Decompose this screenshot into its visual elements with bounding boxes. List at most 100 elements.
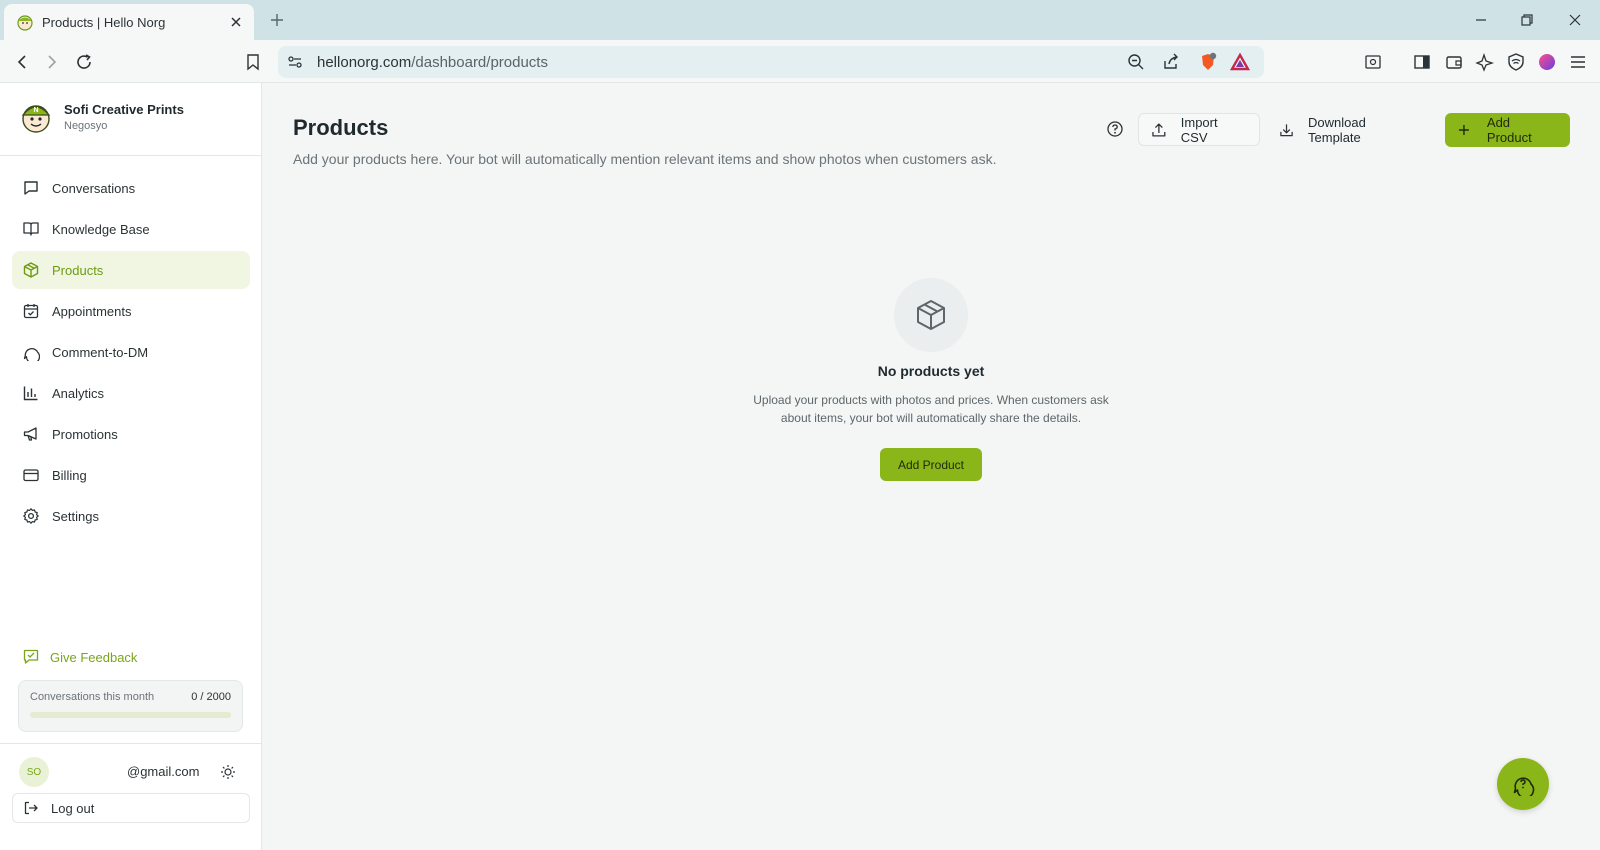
usage-row: Conversations this month 0 / 2000 bbox=[30, 691, 231, 703]
add-product-label: Add Product bbox=[1486, 115, 1532, 145]
empty-state-line-1: Upload your products with photos and pri… bbox=[753, 393, 1109, 407]
calendar-icon bbox=[23, 304, 39, 319]
sidebar-item-label: Billing bbox=[52, 467, 87, 483]
give-feedback-label: Give Feedback bbox=[50, 649, 138, 665]
user-email: @gmail.com bbox=[127, 764, 200, 779]
empty-state-title: No products yet bbox=[877, 363, 985, 379]
empty-state-description: Upload your products with photos and pri… bbox=[711, 391, 1151, 427]
sidebar-item-promotions[interactable]: Promotions bbox=[12, 415, 250, 453]
reader-mode-icon[interactable] bbox=[1363, 52, 1383, 72]
browser-tab-bar: Products | Hello Norg bbox=[0, 0, 1600, 40]
tab-title: Products | Hello Norg bbox=[42, 14, 166, 30]
avatar[interactable]: SO bbox=[19, 757, 49, 787]
browser-tab[interactable]: Products | Hello Norg bbox=[4, 4, 254, 40]
reload-icon[interactable] bbox=[74, 52, 94, 72]
wallet-icon[interactable] bbox=[1444, 52, 1464, 72]
sidebar-item-conversations[interactable]: Conversations bbox=[12, 169, 250, 207]
brand-header[interactable]: N Sofi Creative Prints Negosyo bbox=[18, 99, 184, 135]
sidebar-item-label: Knowledge Base bbox=[52, 221, 150, 237]
forward-icon[interactable] bbox=[42, 52, 62, 72]
logout-button[interactable]: Log out bbox=[12, 793, 250, 823]
brand-name: Sofi Creative Prints bbox=[64, 102, 184, 117]
url-path: /dashboard/products bbox=[411, 54, 548, 71]
sidebar-item-label: Settings bbox=[52, 508, 99, 524]
sidebar-item-comment-to-dm[interactable]: Comment-to-DM bbox=[12, 333, 250, 371]
download-icon bbox=[1280, 123, 1293, 136]
hello-norg-favicon bbox=[17, 15, 33, 31]
share-icon[interactable] bbox=[1161, 52, 1181, 72]
sidebar-footer-divider bbox=[0, 743, 262, 744]
feedback-icon bbox=[23, 649, 39, 664]
sidebar-item-label: Products bbox=[52, 262, 104, 278]
sidebar-item-settings[interactable]: Settings bbox=[12, 497, 250, 535]
sidebar-item-label: Analytics bbox=[52, 385, 105, 401]
sun-icon[interactable] bbox=[220, 764, 236, 780]
sidebar-toggle-icon[interactable] bbox=[1412, 52, 1432, 72]
logout-icon bbox=[24, 801, 38, 815]
profile-icon[interactable] bbox=[1537, 52, 1557, 72]
usage-card: Conversations this month 0 / 2000 bbox=[18, 680, 243, 732]
page-title: Products bbox=[293, 115, 389, 140]
package-icon bbox=[917, 300, 945, 330]
sidebar-item-knowledge-base[interactable]: Knowledge Base bbox=[12, 210, 250, 248]
sidebar-item-label: Appointments bbox=[52, 303, 132, 319]
back-icon[interactable] bbox=[12, 52, 32, 72]
sidebar-item-appointments[interactable]: Appointments bbox=[12, 292, 250, 330]
brave-rewards-icon[interactable] bbox=[1230, 52, 1250, 72]
close-tab-icon[interactable] bbox=[228, 14, 244, 30]
restore-icon[interactable] bbox=[1518, 11, 1536, 29]
usage-label: Conversations this month bbox=[30, 691, 155, 703]
address-bar[interactable]: hellonorg.com/dashboard/products bbox=[278, 46, 1264, 78]
sidebar-item-analytics[interactable]: Analytics bbox=[12, 374, 250, 412]
import-csv-button[interactable]: Import CSV bbox=[1138, 113, 1260, 146]
ai-sparkle-icon[interactable] bbox=[1475, 52, 1495, 72]
page-description: Add your products here. Your bot will au… bbox=[293, 151, 997, 167]
usage-progress-bar bbox=[30, 712, 231, 718]
download-template-button[interactable]: Download Template bbox=[1267, 113, 1427, 146]
brand-logo-icon: N bbox=[21, 105, 51, 133]
url-text[interactable]: hellonorg.com/dashboard/products bbox=[317, 54, 548, 71]
minimize-icon[interactable] bbox=[1472, 11, 1490, 29]
megaphone-icon bbox=[23, 427, 37, 441]
brand-subtitle: Negosyo bbox=[64, 120, 108, 132]
brand-text: Sofi Creative Prints Negosyo bbox=[64, 102, 184, 132]
zoom-icon[interactable] bbox=[1126, 52, 1146, 72]
import-csv-label: Import CSV bbox=[1180, 114, 1218, 145]
add-product-button[interactable]: Add Product bbox=[1445, 113, 1570, 147]
site-settings-icon[interactable] bbox=[286, 53, 304, 71]
logout-label: Log out bbox=[51, 800, 95, 816]
empty-state-icon bbox=[894, 278, 968, 352]
empty-add-product-button[interactable]: Add Product bbox=[880, 448, 982, 481]
help-icon[interactable] bbox=[1106, 120, 1124, 138]
download-template-label: Download Template bbox=[1308, 114, 1366, 145]
vpn-shield-icon[interactable] bbox=[1506, 52, 1526, 72]
browser-toolbar: hellonorg.com/dashboard/products bbox=[0, 40, 1600, 83]
svg-text:N: N bbox=[33, 107, 38, 114]
new-tab-icon[interactable] bbox=[268, 11, 286, 29]
main-content: Products Add your products here. Your bo… bbox=[263, 83, 1600, 850]
sidebar-item-label: Promotions bbox=[52, 426, 118, 442]
give-feedback-link[interactable]: Give Feedback bbox=[22, 648, 137, 666]
gear-icon bbox=[23, 508, 39, 524]
credit-card-icon bbox=[23, 469, 39, 482]
sidebar-item-products[interactable]: Products bbox=[12, 251, 250, 289]
brave-shields-icon[interactable] bbox=[1198, 52, 1218, 72]
close-window-icon[interactable] bbox=[1566, 11, 1584, 29]
sidebar-item-label: Comment-to-DM bbox=[52, 344, 149, 360]
sidebar-item-label: Conversations bbox=[52, 180, 136, 196]
book-icon bbox=[23, 222, 39, 236]
sidebar-divider bbox=[0, 155, 262, 156]
empty-state-line-2: about items, your bot will automatically… bbox=[780, 411, 1082, 425]
upload-icon bbox=[1152, 122, 1166, 137]
menu-icon[interactable] bbox=[1568, 52, 1588, 72]
support-chat-icon bbox=[1513, 777, 1535, 796]
support-chat-button[interactable] bbox=[1497, 758, 1549, 810]
app-sidebar: N Sofi Creative Prints Negosyo Conversat… bbox=[0, 83, 262, 850]
sidebar-nav: Conversations Knowledge Base Products Ap… bbox=[12, 169, 250, 538]
bar-chart-icon bbox=[23, 386, 38, 401]
usage-count: 0 / 2000 bbox=[191, 691, 231, 703]
url-host: hellonorg.com bbox=[317, 54, 412, 71]
sidebar-item-billing[interactable]: Billing bbox=[12, 456, 250, 494]
bookmark-icon[interactable] bbox=[243, 52, 263, 72]
message-circle-icon bbox=[23, 348, 40, 361]
